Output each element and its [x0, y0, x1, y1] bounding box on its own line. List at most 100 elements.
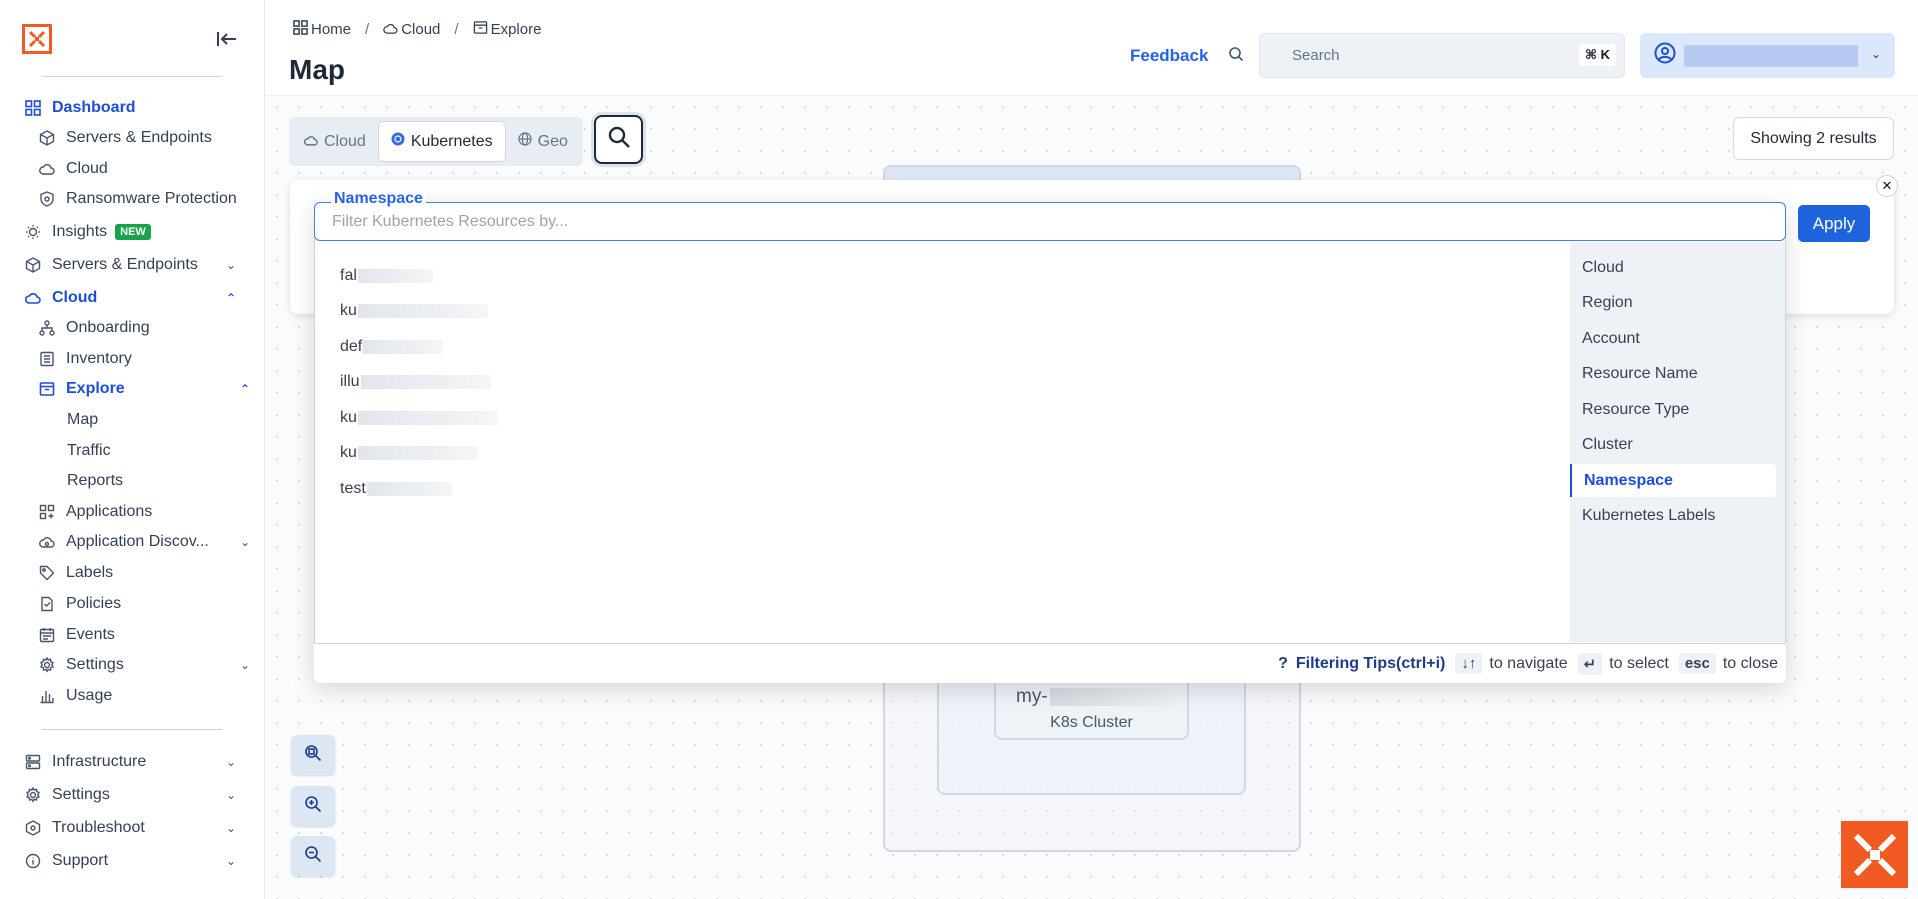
- sidebar-item-label: Policies: [66, 595, 122, 612]
- brand-logo-icon[interactable]: [22, 24, 52, 54]
- category-resource-name[interactable]: Resource Name: [1570, 357, 1776, 390]
- sidebar-item-inventory[interactable]: Inventory: [38, 347, 258, 371]
- sidebar-item-events[interactable]: Events: [38, 623, 258, 647]
- redacted-text: [357, 268, 433, 283]
- category-region[interactable]: Region: [1570, 286, 1776, 319]
- k8s-cluster-type: K8s Cluster: [1050, 714, 1133, 731]
- globe-icon: [518, 132, 532, 151]
- category-account[interactable]: Account: [1570, 322, 1776, 355]
- sidebar-item-cloud-shortcut[interactable]: Cloud: [38, 157, 258, 181]
- sidebar-item-labels[interactable]: Labels: [38, 561, 258, 585]
- tab-geo[interactable]: Geo: [506, 121, 580, 162]
- sidebar-item-usage[interactable]: Usage: [38, 684, 258, 708]
- filter-values-list: fal ku def illu ku ku test: [340, 258, 498, 507]
- results-count: Showing 2 results: [1733, 117, 1894, 160]
- zoom-in-button[interactable]: [291, 786, 335, 826]
- breadcrumb-home[interactable]: Home: [293, 20, 351, 39]
- list-item[interactable]: ku: [340, 294, 498, 330]
- sidebar-item-infrastructure[interactable]: Infrastructure ⌄: [24, 750, 244, 774]
- sidebar-item-servers-endpoints[interactable]: Servers & Endpoints ⌄: [24, 253, 244, 277]
- list-item[interactable]: fal: [340, 258, 498, 294]
- sidebar-item-insights[interactable]: Insights NEW: [24, 220, 244, 244]
- zoom-out-button[interactable]: [291, 836, 335, 876]
- sidebar-item-label: Map: [67, 411, 99, 428]
- redacted-text: [363, 339, 444, 354]
- breadcrumb-explore[interactable]: Explore: [473, 20, 541, 39]
- map-search-button[interactable]: [594, 115, 643, 164]
- sidebar-item-ransomware-protection[interactable]: Ransomware Protection: [38, 187, 258, 211]
- sidebar-item-label: Settings: [52, 786, 110, 803]
- sidebar-item-troubleshoot[interactable]: Troubleshoot ⌄: [24, 816, 244, 840]
- chevron-down-icon: ⌄: [1870, 47, 1881, 61]
- tab-cloud[interactable]: Cloud: [292, 121, 378, 162]
- category-cloud[interactable]: Cloud: [1570, 251, 1776, 284]
- list-item[interactable]: ku: [340, 436, 498, 472]
- k8s-cluster-name: my-: [1016, 686, 1175, 708]
- search-placeholder: Search: [1292, 47, 1340, 64]
- sidebar-item-settings-cloud[interactable]: Settings ⌄: [38, 653, 258, 677]
- cloud-icon: [38, 160, 56, 178]
- sidebar-divider: [42, 729, 222, 730]
- search-icon[interactable]: [1228, 46, 1244, 67]
- list-item[interactable]: illu: [340, 365, 498, 401]
- sidebar-item-reports[interactable]: Reports: [67, 469, 287, 493]
- sidebar-item-map[interactable]: Map: [67, 408, 287, 432]
- brand-logo-icon[interactable]: [1841, 821, 1908, 888]
- close-filter-button[interactable]: ✕: [1876, 175, 1898, 197]
- dashboard-icon: [24, 99, 42, 117]
- sidebar-item-traffic[interactable]: Traffic: [67, 439, 287, 463]
- sidebar-item-label: Servers & Endpoints: [52, 256, 198, 273]
- breadcrumb-cloud[interactable]: Cloud: [383, 21, 440, 38]
- filtering-tips-link[interactable]: ? Filtering Tips(ctrl+i): [1278, 655, 1445, 673]
- user-menu-button[interactable]: ⌄: [1640, 33, 1895, 78]
- apply-button[interactable]: Apply: [1798, 205, 1870, 242]
- list-item[interactable]: def: [340, 329, 498, 365]
- list-item[interactable]: ku: [340, 400, 498, 436]
- redacted-text: [360, 375, 491, 390]
- sidebar-item-explore[interactable]: Explore ⌃: [38, 377, 258, 401]
- sidebar-item-applications[interactable]: Applications: [38, 500, 258, 524]
- cloud-icon: [383, 21, 398, 38]
- global-search-input[interactable]: Search ⌘ K: [1259, 33, 1625, 78]
- sidebar-item-policies[interactable]: Policies: [38, 592, 258, 616]
- chevron-down-icon: ⌄: [225, 788, 236, 802]
- sidebar-item-label: Usage: [66, 687, 113, 704]
- navigate-key-icon: ↓↑: [1455, 653, 1483, 674]
- category-kubernetes-labels[interactable]: Kubernetes Labels: [1570, 499, 1776, 532]
- zoom-fit-button[interactable]: [291, 735, 335, 775]
- sidebar-item-application-discovery[interactable]: Application Discov... ⌄: [38, 530, 258, 554]
- redacted-text: [1049, 688, 1175, 706]
- filter-footer: ? Filtering Tips(ctrl+i) ↓↑ to navigate …: [314, 643, 1786, 683]
- chevron-up-icon: ⌃: [225, 291, 236, 305]
- gear-icon: [38, 656, 56, 674]
- category-resource-type[interactable]: Resource Type: [1570, 393, 1776, 426]
- search-shortcut: ⌘ K: [1578, 44, 1616, 66]
- page-title: Map: [289, 54, 345, 85]
- close-icon: ✕: [1881, 178, 1893, 193]
- sidebar-item-cloud[interactable]: Cloud ⌃: [24, 286, 244, 310]
- sidebar-item-label: Dashboard: [52, 99, 136, 116]
- chevron-down-icon: ⌄: [239, 658, 250, 672]
- category-cluster[interactable]: Cluster: [1570, 428, 1776, 461]
- sidebar-item-servers-endpoints-shortcut[interactable]: Servers & Endpoints: [38, 126, 258, 150]
- feedback-link[interactable]: Feedback: [1130, 46, 1208, 66]
- info-icon: [24, 852, 42, 870]
- close-hint: to close: [1722, 654, 1778, 672]
- archive-icon: [38, 380, 56, 398]
- breadcrumb-separator: /: [454, 21, 459, 38]
- sidebar-divider: [42, 76, 222, 77]
- collapse-sidebar-icon[interactable]: [214, 28, 240, 50]
- kubernetes-icon: [391, 132, 405, 151]
- tab-kubernetes[interactable]: Kubernetes: [377, 121, 506, 162]
- filter-input[interactable]: Filter Kubernetes Resources by...: [314, 202, 1786, 241]
- sidebar-item-dashboard[interactable]: Dashboard: [24, 96, 244, 120]
- category-namespace[interactable]: Namespace: [1570, 464, 1776, 497]
- list-icon: [38, 350, 56, 368]
- list-item[interactable]: test: [340, 471, 498, 507]
- sidebar-item-label: Inventory: [66, 350, 132, 367]
- sidebar-item-settings[interactable]: Settings ⌄: [24, 783, 244, 807]
- sidebar-item-onboarding[interactable]: Onboarding: [38, 316, 258, 340]
- select-hint: to select: [1609, 654, 1669, 672]
- cube-icon: [24, 256, 42, 274]
- sidebar-item-support[interactable]: Support ⌄: [24, 849, 244, 873]
